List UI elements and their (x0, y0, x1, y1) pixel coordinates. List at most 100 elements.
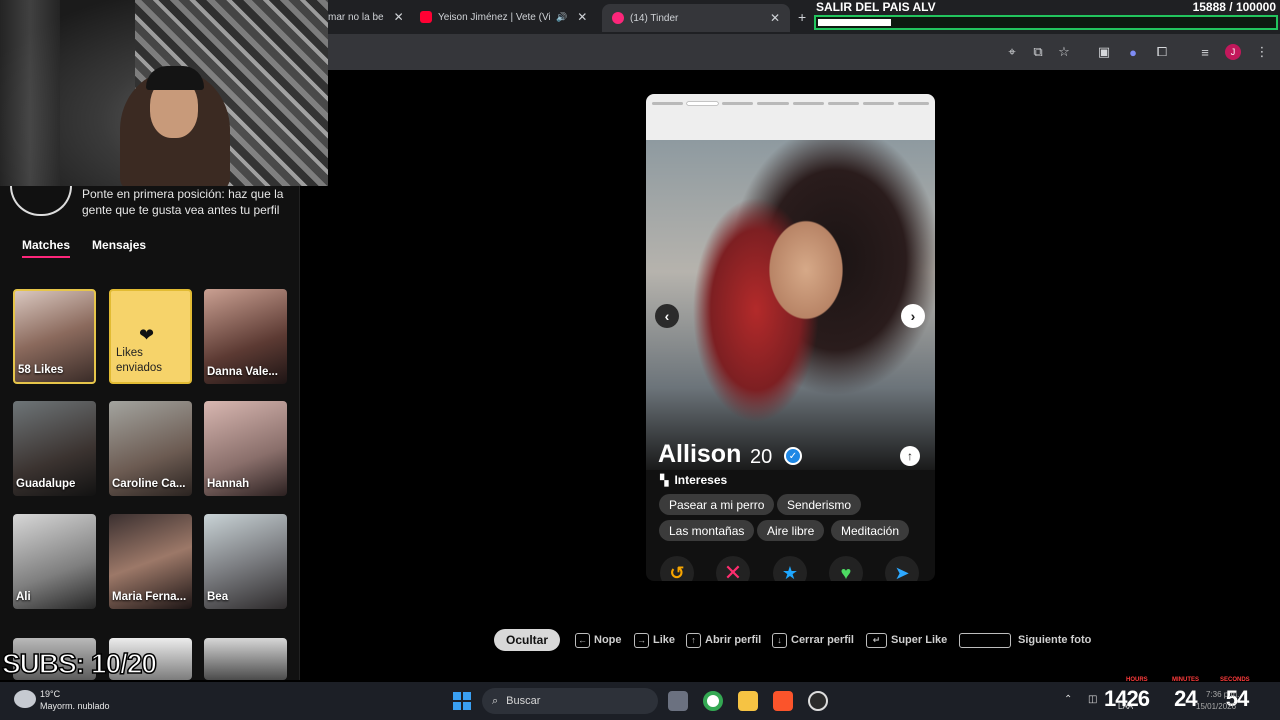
speaker-icon[interactable]: 🔊 (556, 12, 567, 23)
match-name: Hannah (207, 478, 250, 490)
hint-super-like: ↵ Super Like (866, 630, 947, 650)
youtube-icon (420, 11, 432, 23)
photo-progress-segment[interactable] (862, 102, 894, 105)
goal-progress-fill (818, 19, 891, 26)
task-view-icon[interactable] (668, 691, 688, 711)
puzzle-icon[interactable]: ⧠ (1153, 43, 1171, 61)
hint-close-profile-label: Cerrar perfil (791, 634, 854, 646)
likes-count: 58 Likes (18, 364, 64, 376)
chrome-icon[interactable] (703, 691, 723, 711)
app-icon[interactable] (808, 691, 828, 711)
file-explorer-icon[interactable] (738, 691, 758, 711)
profile-avatar[interactable]: J (1225, 44, 1241, 60)
tab-1-label: mar no la be (328, 11, 384, 23)
space-key-icon (959, 632, 1011, 648)
interest-chip: Aire libre (757, 520, 825, 541)
taskbar-search[interactable]: ⌕ Buscar (482, 688, 658, 714)
match-card[interactable]: Maria Ferna... (109, 514, 192, 609)
weather-desc: Mayorm. nublado (40, 701, 110, 711)
match-name: Ali (16, 591, 31, 603)
close-icon[interactable]: ✕ (770, 11, 780, 25)
tab-tinder[interactable]: (14) Tinder ✕ (602, 4, 790, 32)
photo-progress-segment[interactable] (687, 102, 719, 105)
match-card[interactable]: Guadalupe (13, 401, 96, 496)
nope-icon[interactable]: ✕ (716, 556, 750, 581)
webcam-curtain (0, 0, 60, 186)
close-icon[interactable]: ✕ (577, 10, 587, 24)
photo-progress-segment[interactable] (757, 102, 789, 105)
match-card[interactable]: Danna Vale... (204, 289, 287, 384)
rewind-icon[interactable]: ↺ (660, 556, 694, 581)
boost-promo-text[interactable]: Ponte en primera posición: haz que la ge… (82, 186, 292, 218)
hint-open-profile-label: Abrir perfil (705, 634, 762, 646)
match-card[interactable] (204, 638, 287, 680)
location-icon[interactable]: ⌖ (1003, 43, 1021, 61)
match-card[interactable]: Hannah (204, 401, 287, 496)
webcam-overlay (0, 0, 328, 186)
star-icon[interactable]: ☆ (1055, 43, 1073, 61)
photo-progress-segment[interactable] (652, 102, 684, 105)
right-arrow-key-icon: → (634, 632, 649, 648)
clock-label-hours: HOURS (1126, 677, 1148, 683)
match-name: Maria Ferna... (112, 591, 187, 603)
photo-progress-segment[interactable] (827, 102, 859, 105)
cloud-icon[interactable] (14, 690, 36, 708)
hint-open-profile: ↑ Abrir perfil (686, 630, 761, 650)
media-icon[interactable]: ≡ (1196, 43, 1214, 61)
match-card[interactable]: Ali (13, 514, 96, 609)
extension-icon[interactable]: ▣ (1095, 43, 1113, 61)
likes-sent-label: Likes enviados (116, 347, 163, 374)
hide-hints-button[interactable]: Ocultar (494, 629, 560, 651)
super-like-icon[interactable]: ★ (773, 556, 807, 581)
likes-sent-card[interactable]: ❤ Likes enviados (109, 289, 192, 384)
vpn-extension-icon[interactable]: ● (1124, 43, 1142, 61)
match-card[interactable]: Caroline Ca... (109, 401, 192, 496)
tab-2[interactable]: Yeison Jiménez | Vete (Vide 🔊 ✕ (420, 6, 592, 28)
open-profile-icon[interactable]: ↑ (900, 446, 920, 466)
goal-overlay: SALIR DEL PAIS ALV 15888 / 100000 (812, 0, 1280, 32)
brave-icon[interactable] (773, 691, 793, 711)
enter-key-icon: ↵ (866, 632, 887, 648)
interest-chip: Pasear a mi perro (659, 494, 775, 515)
windows-start-icon[interactable] (453, 692, 471, 710)
photo-progress-segment[interactable] (897, 102, 929, 105)
search-icon: ⌕ (492, 694, 499, 707)
likes-card[interactable]: 58 Likes (13, 289, 96, 384)
photo-progress-segment[interactable] (722, 102, 754, 105)
heart-icon: ❤ (139, 325, 155, 345)
previous-photo-button[interactable]: ‹ (655, 304, 679, 328)
photo-top-band (646, 94, 935, 140)
clock-label-minutes: MINUTES (1172, 677, 1199, 683)
match-name: Danna Vale... (207, 366, 278, 378)
tab-matches[interactable]: Matches (22, 238, 71, 258)
tab-messages[interactable]: Mensajes (92, 238, 146, 258)
profile-photo[interactable] (646, 140, 935, 470)
goal-current: 15888 (1192, 0, 1226, 14)
up-arrow-key-icon: ↑ (686, 632, 701, 648)
like-icon[interactable]: ♥ (829, 556, 863, 581)
interests-label: Intereses (674, 473, 728, 487)
profile-age: 20 (750, 446, 773, 468)
hint-super-like-label: Super Like (891, 634, 948, 646)
hint-next-photo-label: Siguiente foto (1018, 634, 1092, 646)
user-avatar[interactable] (10, 186, 72, 216)
photo-progress-segment[interactable] (792, 102, 824, 105)
tab-tinder-label: (14) Tinder (630, 12, 679, 24)
network-icon[interactable]: ◫ (1088, 694, 1097, 705)
taskbar-search-label: Buscar (506, 695, 541, 707)
screen: mar no la be ✕ Yeison Jiménez | Vete (Vi… (0, 0, 1280, 720)
weather-widget[interactable]: 19°C Mayorm. nublado (40, 688, 110, 712)
tab-1[interactable]: mar no la be ✕ (328, 6, 402, 28)
cast-icon[interactable]: ⧉ (1029, 43, 1047, 61)
system-date[interactable]: 15/01/2026 (1196, 702, 1236, 711)
chevron-up-icon[interactable]: ⌃ (1064, 694, 1072, 705)
match-card[interactable]: Bea (204, 514, 287, 609)
menu-icon[interactable]: ⋮ (1253, 43, 1271, 61)
tinder-flame-icon (612, 12, 624, 24)
next-photo-button[interactable]: › (901, 304, 925, 328)
subs-counter-overlay: SUBS: 10/20 (1, 647, 157, 680)
boost-icon[interactable]: ➤ (885, 556, 919, 581)
new-tab-button[interactable]: + (798, 6, 810, 28)
system-time[interactable]: 7:36 p.m. (1206, 690, 1239, 699)
close-icon[interactable]: ✕ (394, 10, 402, 24)
